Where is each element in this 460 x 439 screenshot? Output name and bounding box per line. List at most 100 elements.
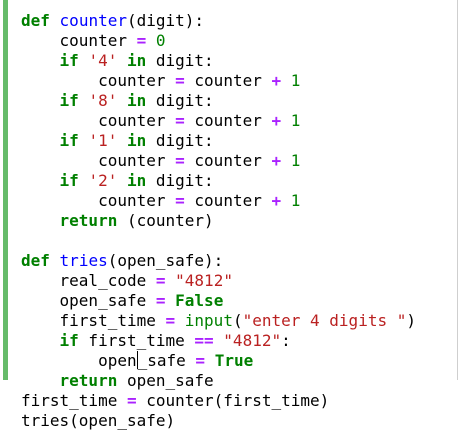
code-token: + [271, 151, 282, 170]
code-line[interactable]: if '1' in digit: [21, 131, 416, 151]
code-line[interactable]: counter = counter + 1 [21, 191, 416, 211]
code-token: if [59, 51, 79, 70]
code-line[interactable]: counter = counter + 1 [21, 71, 416, 91]
code-token: if [59, 171, 79, 190]
cell-border [457, 0, 458, 380]
code-token: open_safe [117, 371, 214, 390]
code-token: = [155, 271, 166, 290]
code-line[interactable]: if first_time == "4812": [21, 331, 416, 351]
code-token: False [175, 291, 224, 310]
code-token: first_time [59, 311, 156, 330]
code-line[interactable]: first_time = input("enter 4 digits ") [21, 311, 416, 331]
code-token: counter [98, 151, 166, 170]
code-token: = [155, 291, 166, 310]
code-token: real_code [59, 271, 147, 290]
code-token: open [98, 351, 137, 370]
code-line[interactable]: def tries(open_safe): [21, 251, 416, 271]
code-token: tries(open_safe) [21, 411, 176, 430]
code-line[interactable] [21, 231, 416, 251]
code-token: '4' [88, 51, 118, 70]
cell-selection-bar [3, 0, 8, 380]
code-token: = [195, 351, 206, 370]
code-token: if [59, 91, 79, 110]
code-token: return [59, 211, 118, 230]
code-line[interactable]: counter = counter + 1 [21, 111, 416, 131]
code-token: counter [98, 111, 166, 130]
code-token: in [126, 171, 147, 190]
code-line[interactable]: if '8' in digit: [21, 91, 416, 111]
code-token: 1 [290, 71, 301, 90]
code-token: : [281, 331, 291, 350]
code-editor[interactable]: def counter(digit): counter = 0 if '4' i… [21, 11, 416, 431]
code-line[interactable]: open_safe = False [21, 291, 416, 311]
code-token: counter(first_time) [136, 391, 330, 410]
code-token: '8' [88, 91, 118, 110]
code-token: digit: [146, 91, 214, 110]
code-line[interactable]: counter = 0 [21, 31, 416, 51]
code-token: 1 [290, 191, 301, 210]
code-token: = [126, 391, 137, 410]
code-token: 1 [290, 151, 301, 170]
code-token: counter [184, 111, 272, 130]
code-token: digit: [146, 131, 214, 150]
code-line[interactable]: first_time = counter(first_time) [21, 391, 416, 411]
code-cell[interactable]: def counter(digit): counter = 0 if '4' i… [0, 0, 460, 439]
code-line[interactable]: if '4' in digit: [21, 51, 416, 71]
code-token: counter [59, 31, 127, 50]
code-line[interactable]: return (counter) [21, 211, 416, 231]
code-line[interactable]: return open_safe [21, 371, 416, 391]
code-token: + [271, 191, 282, 210]
code-token: + [271, 111, 282, 130]
code-token: input [184, 311, 233, 330]
code-token: = [175, 71, 185, 90]
code-line[interactable]: if '2' in digit: [21, 171, 416, 191]
code-token: open_safe [59, 291, 147, 310]
code-line[interactable]: counter = counter + 1 [21, 151, 416, 171]
code-token: _safe [137, 351, 186, 370]
code-token: 0 [155, 31, 166, 50]
code-token: "enter 4 digits " [242, 311, 407, 330]
code-line[interactable]: def counter(digit): [21, 11, 416, 31]
code-token: == [194, 331, 214, 350]
code-token: counter [98, 71, 166, 90]
code-token: 1 [290, 111, 301, 130]
code-token: "4812" [223, 331, 282, 350]
code-line[interactable]: open_safe = True [21, 351, 416, 371]
code-line[interactable]: real_code = "4812" [21, 271, 416, 291]
code-token: digit: [146, 51, 214, 70]
code-line[interactable]: tries(open_safe) [21, 411, 416, 431]
code-token: = [175, 151, 185, 170]
